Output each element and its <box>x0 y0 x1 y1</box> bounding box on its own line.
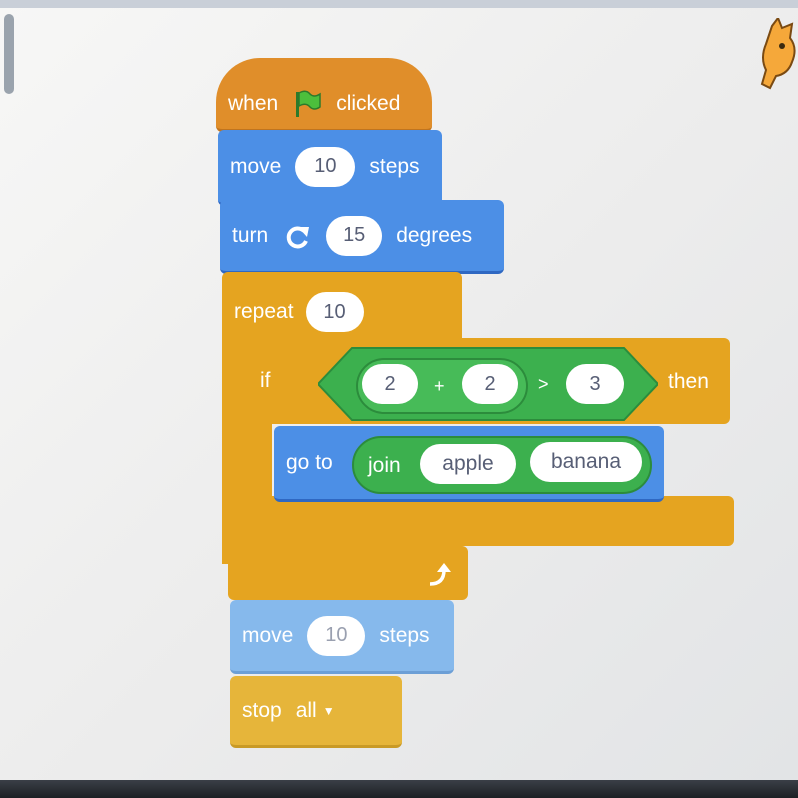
move-steps-input[interactable]: 10 <box>295 146 356 187</box>
if-footer <box>252 496 734 546</box>
join-second-input[interactable]: banana <box>530 442 642 482</box>
turn-degrees-block[interactable]: turn 15 degrees <box>220 200 504 274</box>
go-to-label: go to <box>286 450 333 474</box>
if-label: if <box>260 369 271 392</box>
stop-label: stop <box>242 698 282 722</box>
join-label: join <box>368 454 401 477</box>
move-steps-input-2[interactable]: 10 <box>307 615 366 656</box>
rotate-clockwise-icon <box>286 225 310 248</box>
dropdown-arrow-icon: ▼ <box>322 703 335 718</box>
move-label: move <box>230 154 282 178</box>
move-label-2: move <box>242 623 294 647</box>
stop-option-value: all <box>295 698 317 722</box>
when-label: when <box>228 91 279 115</box>
add-left-input[interactable]: 2 <box>362 364 418 404</box>
steps-label: steps <box>369 154 420 178</box>
repeat-label: repeat <box>234 300 294 323</box>
stop-all-block[interactable]: stop all ▼ <box>230 676 402 748</box>
code-area[interactable]: when clicked move 10 steps turn 15 degre… <box>0 0 798 780</box>
degrees-label: degrees <box>396 223 473 247</box>
join-first-input[interactable]: apple <box>420 444 516 484</box>
add-right-input[interactable]: 2 <box>462 364 518 404</box>
move-steps-block[interactable]: move 10 steps <box>218 130 442 206</box>
top-toolbar-edge <box>0 0 798 8</box>
vertical-scrollbar[interactable] <box>4 14 14 94</box>
when-flag-clicked-block[interactable]: when clicked <box>216 58 432 132</box>
repeat-count-input[interactable]: 10 <box>305 292 364 332</box>
green-flag-icon <box>296 90 321 117</box>
compare-value-input[interactable]: 3 <box>566 364 624 404</box>
cat-sprite-icon <box>760 18 796 90</box>
turn-label: turn <box>232 223 269 247</box>
plus-symbol: + <box>434 376 445 396</box>
steps-label-2: steps <box>379 623 430 647</box>
monitor-bezel <box>0 780 798 798</box>
greater-than-symbol: > <box>538 374 549 394</box>
stop-option-dropdown[interactable]: all ▼ <box>296 699 335 723</box>
clicked-label: clicked <box>336 91 401 115</box>
turn-degrees-input[interactable]: 15 <box>326 215 383 256</box>
move-steps-block-2[interactable]: move 10 steps <box>230 600 454 674</box>
loop-arrow-icon <box>429 563 451 586</box>
then-label: then <box>668 370 709 393</box>
